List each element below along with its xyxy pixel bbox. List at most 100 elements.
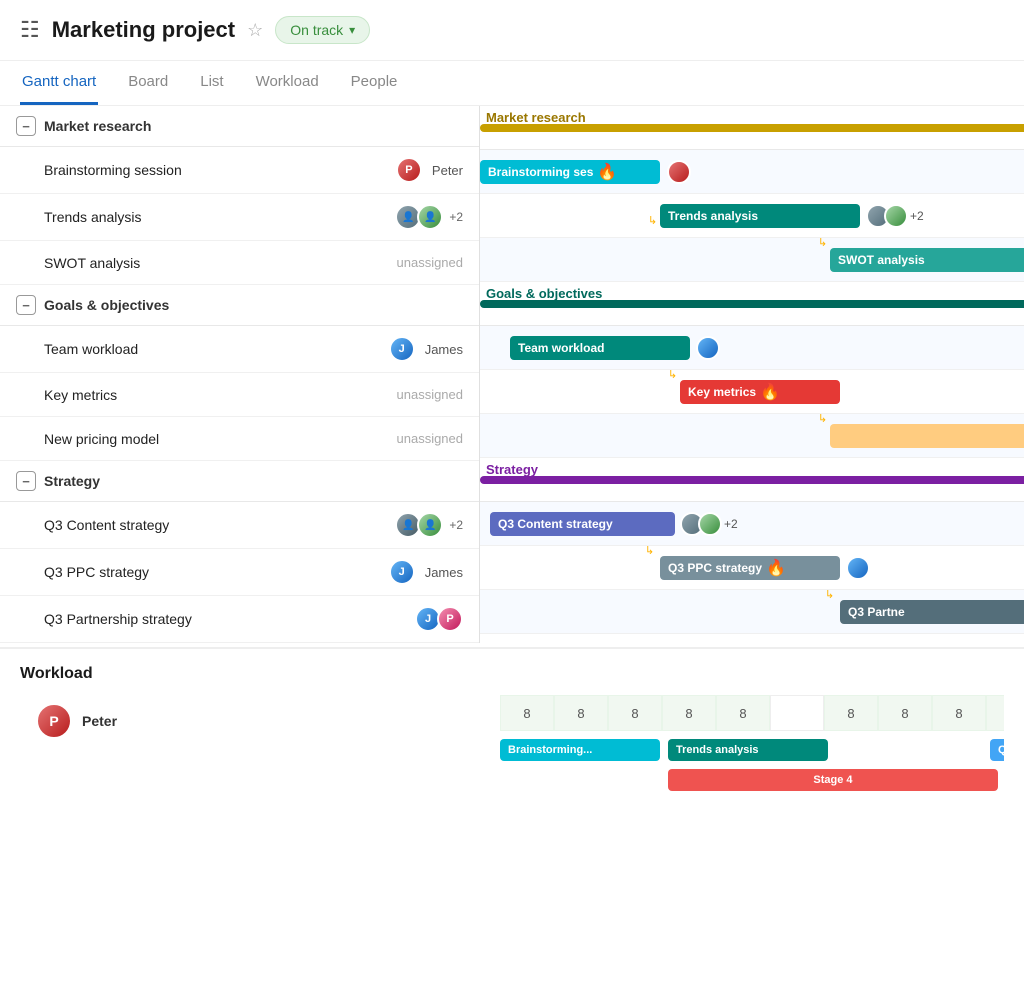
workload-right-peter: 8 8 8 8 8 8 8 8 8 8 Brainstorming...: [500, 695, 1004, 815]
gantt-row-team-workload: Team workload: [480, 326, 1024, 370]
status-badge[interactable]: On track ▾: [275, 16, 370, 44]
task-key-metrics: Key metrics unassigned: [0, 373, 479, 417]
task-name-q3-content: Q3 Content strategy: [44, 517, 343, 533]
nav-tabs: Gantt chart Board List Workload People: [0, 61, 1024, 106]
avatar-james-workload: J: [389, 336, 415, 362]
gantt-bar-q3-partnership: Q3 Partne: [840, 600, 1024, 624]
task-name-metrics: Key metrics: [44, 387, 343, 403]
gantt-row-q3-ppc: ↳ Q3 PPC strategy 🔥: [480, 546, 1024, 590]
assignee-name-james-ppc: James: [425, 565, 463, 580]
workload-cell-8: 8: [878, 695, 932, 731]
avatar-trends-2: 👤: [417, 204, 443, 230]
assignee-brainstorming: P Peter: [343, 157, 463, 183]
assignee-metrics: unassigned: [343, 387, 463, 402]
assignee-plus-trends: +2: [449, 210, 463, 224]
workload-title: Workload: [20, 665, 1004, 683]
group-name-strategy: Strategy: [44, 473, 100, 489]
assignee-plus-q3-content: +2: [449, 518, 463, 532]
workload-cell-3: 8: [608, 695, 662, 731]
tab-workload[interactable]: Workload: [254, 61, 321, 105]
unassigned-swot: unassigned: [397, 255, 464, 270]
dep-arrow-metrics: ↳: [668, 370, 677, 381]
workload-cell-10: 8: [986, 695, 1004, 731]
task-trends-analysis: Trends analysis 👤 👤 +2: [0, 194, 479, 241]
gantt-label-strategy: Strategy: [486, 462, 538, 477]
task-team-workload: Team workload J James: [0, 326, 479, 373]
project-icon: ☷: [20, 17, 40, 43]
gantt-label-goals: Goals & objectives: [486, 286, 602, 301]
task-q3-ppc: Q3 PPC strategy J James: [0, 549, 479, 596]
assignee-name-peter: Peter: [432, 163, 463, 178]
task-name-trends: Trends analysis: [44, 209, 343, 225]
assignee-q3-ppc: J James: [343, 559, 463, 585]
workload-bar-brainstorming: Brainstorming...: [500, 739, 660, 761]
avatar-q3-partner-2: P: [437, 606, 463, 632]
workload-cell-7: 8: [824, 695, 878, 731]
gantt-row-swot: ↳ SWOT analysis: [480, 238, 1024, 282]
workload-peter-row: P Peter 8 8 8 8 8 8 8 8 8 8: [20, 695, 1004, 815]
assignee-pricing: unassigned: [343, 431, 463, 446]
collapse-market-research[interactable]: −: [16, 116, 36, 136]
gantt-right-pane: Market research Brainstorming ses 🔥 ↳ Tr…: [480, 106, 1024, 643]
workload-cell-4: 8: [662, 695, 716, 731]
avatar-q3-content-2: 👤: [417, 512, 443, 538]
gantt-row-key-metrics: ↳ Key metrics 🔥: [480, 370, 1024, 414]
avatars-q3-content-gantt: +2: [680, 512, 738, 536]
group-strategy: − Strategy: [0, 461, 479, 502]
workload-cell-2: 8: [554, 695, 608, 731]
unassigned-metrics: unassigned: [397, 387, 464, 402]
page-header: ☷ Marketing project ☆ On track ▾: [0, 0, 1024, 61]
tab-board[interactable]: Board: [126, 61, 170, 105]
task-name-workload: Team workload: [44, 341, 343, 357]
gantt-row-q3-content: Q3 Content strategy +2: [480, 502, 1024, 546]
tab-people[interactable]: People: [349, 61, 400, 105]
project-title: Marketing project: [52, 17, 235, 43]
workload-section: Workload P Peter 8 8 8 8 8 8 8 8 8 8: [0, 647, 1024, 815]
task-name-swot: SWOT analysis: [44, 255, 343, 271]
chevron-down-icon: ▾: [349, 23, 355, 37]
dep-arrow-pricing: ↳: [818, 414, 827, 425]
gantt-bar-brainstorming: Brainstorming ses 🔥: [480, 160, 660, 184]
group-goals: − Goals & objectives: [0, 285, 479, 326]
avatar-james-workload-gantt: [696, 336, 720, 363]
assignee-q3-content: 👤 👤 +2: [343, 512, 463, 538]
avatar-peter-workload: P: [36, 703, 72, 739]
task-name-pricing: New pricing model: [44, 431, 343, 447]
gantt-bar-goals-group: [480, 300, 1024, 308]
gantt-bar-pricing: [830, 424, 1024, 448]
avatar-brainstorming-gantt: [667, 160, 691, 187]
gantt-group-market-research: Market research: [480, 106, 1024, 150]
gantt-group-strategy: Strategy: [480, 458, 1024, 502]
workload-person-peter: P Peter: [20, 695, 500, 747]
task-pricing: New pricing model unassigned: [0, 417, 479, 461]
favorite-star[interactable]: ☆: [247, 20, 263, 41]
gantt-row-trends: ↳ Trends analysis +2: [480, 194, 1024, 238]
avatar-peter: P: [396, 157, 422, 183]
avatar-james-ppc-gantt: [846, 556, 870, 583]
task-brainstorming: Brainstorming session P Peter: [0, 147, 479, 194]
dep-arrow-q3-partner: ↳: [825, 590, 834, 601]
task-q3-partnership: Q3 Partnership strategy J P: [0, 596, 479, 643]
workload-bars-area: Brainstorming... Trends analysis Q3 Part…: [500, 735, 1004, 815]
task-name-brainstorming: Brainstorming session: [44, 162, 343, 178]
gantt-bar-market-research-group: [480, 124, 1024, 132]
assignee-swot: unassigned: [343, 255, 463, 270]
tab-list[interactable]: List: [198, 61, 225, 105]
workload-cell-5: 8: [716, 695, 770, 731]
gantt-bar-strategy-group: [480, 476, 1024, 484]
avatar-james-ppc: J: [389, 559, 415, 585]
workload-hours-row: 8 8 8 8 8 8 8 8 8 8: [500, 695, 1004, 731]
gantt-bar-team-workload: Team workload: [510, 336, 690, 360]
tab-gantt-chart[interactable]: Gantt chart: [20, 61, 98, 105]
task-name-q3-partner: Q3 Partnership strategy: [44, 611, 343, 627]
workload-bar-trends: Trends analysis: [668, 739, 828, 761]
collapse-strategy[interactable]: −: [16, 471, 36, 491]
gantt-bar-swot: SWOT analysis: [830, 248, 1024, 272]
workload-bar-stage4: Stage 4: [668, 769, 998, 791]
gantt-left-pane: − Market research Brainstorming session …: [0, 106, 480, 643]
workload-bar-q3-partne: Q3 Partne: [990, 739, 1004, 761]
collapse-goals[interactable]: −: [16, 295, 36, 315]
avatars-trends-gantt: +2: [866, 204, 924, 228]
assignee-trends: 👤 👤 +2: [343, 204, 463, 230]
gantt-bar-q3-content: Q3 Content strategy: [490, 512, 675, 536]
